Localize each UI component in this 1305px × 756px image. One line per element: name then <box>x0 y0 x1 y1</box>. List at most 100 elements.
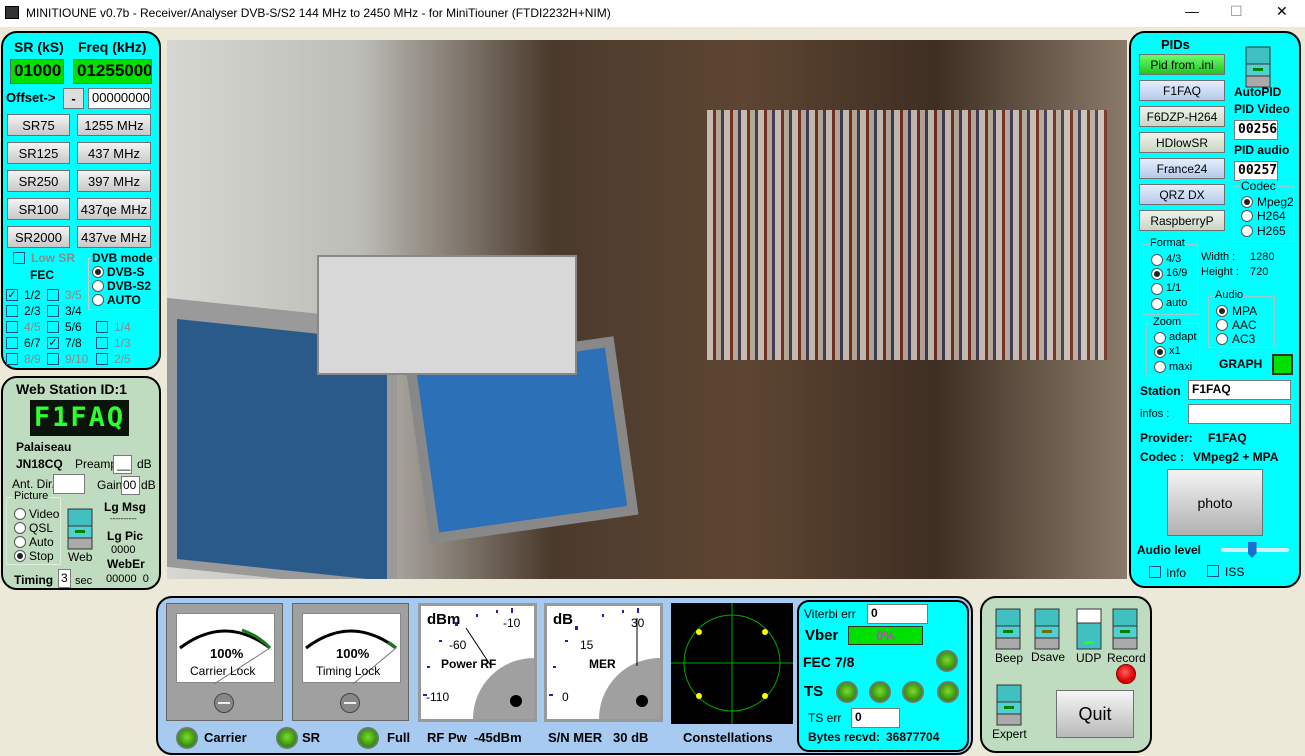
weber-label: WebEr <box>107 557 145 571</box>
ts-err-input[interactable]: 0 <box>851 708 900 728</box>
autopid-toggle-switch[interactable] <box>1245 46 1271 88</box>
carrier-led-label: Carrier <box>204 730 247 745</box>
pid-qrzdx-button[interactable]: QRZ DX <box>1139 184 1225 205</box>
offset-input[interactable]: 00000000 <box>88 88 151 109</box>
lg-pic-label: Lg Pic <box>107 529 144 543</box>
info-checkbox[interactable] <box>1149 566 1161 578</box>
minimize-button[interactable]: — <box>1185 3 1199 19</box>
sr-input[interactable]: 01000 <box>10 59 64 84</box>
timing-input[interactable]: 3 <box>58 569 71 588</box>
codec-h264-radio[interactable] <box>1241 210 1253 222</box>
codec-h265-radio[interactable] <box>1241 225 1253 237</box>
width-label: Width : <box>1201 251 1236 263</box>
mer-tick-high: 30 <box>631 616 645 630</box>
quit-button[interactable]: Quit <box>1056 690 1134 738</box>
audio-mpa-radio[interactable] <box>1216 305 1228 317</box>
sr2000-button[interactable]: SR2000 <box>7 226 70 248</box>
sr125-button[interactable]: SR125 <box>7 142 70 164</box>
zoom-maxi-radio[interactable] <box>1154 361 1166 373</box>
codec-mpeg2-radio[interactable] <box>1241 196 1253 208</box>
low-sr-checkbox[interactable] <box>13 252 25 264</box>
photo-button[interactable]: photo <box>1167 469 1263 536</box>
audio-level-slider[interactable] <box>1221 542 1289 558</box>
height-label: Height : <box>1201 266 1239 278</box>
format-1-1-radio[interactable] <box>1151 283 1163 295</box>
pid-france24-button[interactable]: France24 <box>1139 158 1225 179</box>
freq-input[interactable]: 01255000 <box>73 59 152 84</box>
picture-video-radio[interactable] <box>14 508 26 520</box>
expert-toggle-switch[interactable] <box>996 684 1022 726</box>
pid-video-input[interactable]: 00256 <box>1234 120 1278 140</box>
graph-toggle[interactable] <box>1272 354 1293 375</box>
pid-audio-input[interactable]: 00257 <box>1234 161 1278 181</box>
web-toggle-switch[interactable] <box>67 508 93 550</box>
freq-437-button[interactable]: 437 MHz <box>77 142 151 164</box>
zoom-adapt-radio[interactable] <box>1154 332 1166 344</box>
udp-toggle-switch[interactable] <box>1076 608 1102 650</box>
equipment <box>317 255 577 375</box>
sr100-button[interactable]: SR100 <box>7 198 70 220</box>
record-toggle-switch[interactable] <box>1112 608 1138 650</box>
fec-checkbox[interactable] <box>47 321 59 333</box>
zoom-x1-radio[interactable] <box>1154 346 1166 358</box>
dvb-s-radio[interactable] <box>92 266 104 278</box>
auto-radio[interactable] <box>92 294 104 306</box>
dvb-s2-radio[interactable] <box>92 280 104 292</box>
fec-checkbox[interactable] <box>96 337 108 349</box>
beep-toggle-switch[interactable] <box>995 608 1021 650</box>
constellation-display <box>671 603 793 724</box>
fec-checkbox-label: 3/5 <box>65 288 82 302</box>
full-led-label: Full <box>387 730 411 745</box>
sr75-button[interactable]: SR75 <box>7 114 70 136</box>
format-auto-radio[interactable] <box>1151 298 1163 310</box>
fec-checkbox[interactable] <box>96 321 108 333</box>
codec-mpeg2-label: Mpeg2 <box>1257 195 1294 209</box>
fec-checkbox[interactable]: ✓ <box>6 289 18 301</box>
freq-437ve-button[interactable]: 437ve MHz <box>77 226 151 248</box>
pid-from-ini-button[interactable]: Pid from .ini <box>1139 54 1225 75</box>
dsave-toggle-switch[interactable] <box>1034 608 1060 650</box>
fec-checkbox[interactable] <box>96 353 108 365</box>
carrier-lock-percent: 100% <box>210 646 244 661</box>
pid-f1faq-button[interactable]: F1FAQ <box>1139 80 1225 101</box>
pid-raspberryp-button[interactable]: RaspberryP <box>1139 210 1225 231</box>
viterbi-input[interactable]: 0 <box>867 604 928 624</box>
carrier-lock-label: Carrier Lock <box>190 664 256 678</box>
station-input[interactable]: F1FAQ <box>1188 380 1291 400</box>
fec-checkbox[interactable] <box>6 353 18 365</box>
fec-checkbox[interactable] <box>47 289 59 301</box>
iss-checkbox[interactable] <box>1207 565 1219 577</box>
picture-qsl-radio[interactable] <box>14 522 26 534</box>
fec-checkbox[interactable] <box>47 353 59 365</box>
sr250-button[interactable]: SR250 <box>7 170 70 192</box>
format-4-3-radio[interactable] <box>1151 254 1163 266</box>
preamp-label: Preamp <box>75 457 118 471</box>
gain-input[interactable]: 00 <box>121 476 140 495</box>
fec-checkbox[interactable] <box>6 321 18 333</box>
pid-f6dzp-button[interactable]: F6DZP-H264 <box>1139 106 1225 127</box>
fec-checkbox[interactable]: ✓ <box>47 337 59 349</box>
preamp-input[interactable]: __ <box>113 455 132 474</box>
freq-1255-button[interactable]: 1255 MHz <box>77 114 151 136</box>
ant-dir-input[interactable] <box>53 474 85 494</box>
format-16-9-radio[interactable] <box>1151 268 1163 280</box>
picture-auto-radio[interactable] <box>14 536 26 548</box>
rf-meter-label: Power RF <box>441 657 497 671</box>
web-station-title: Web Station ID:1 <box>16 381 127 397</box>
maximize-button[interactable]: ☐ <box>1230 3 1243 20</box>
picture-stop-radio[interactable] <box>14 550 26 562</box>
close-button[interactable]: ✕ <box>1276 3 1288 20</box>
fec-checkbox[interactable] <box>6 337 18 349</box>
pid-audio-label: PID audio <box>1234 143 1290 157</box>
pid-hdlowsr-button[interactable]: HDlowSR <box>1139 132 1225 153</box>
fec-checkbox[interactable] <box>47 305 59 317</box>
infos-input[interactable] <box>1188 404 1291 424</box>
freq-397-button[interactable]: 397 MHz <box>77 170 151 192</box>
audio-aac-radio[interactable] <box>1216 319 1228 331</box>
fec-checkbox[interactable] <box>6 305 18 317</box>
offset-sign-button[interactable]: - <box>63 88 84 109</box>
freq-437qe-button[interactable]: 437qe MHz <box>77 198 151 220</box>
timing-lock-screw-icon <box>340 693 360 713</box>
timing-lock-percent: 100% <box>336 646 370 661</box>
audio-ac3-radio[interactable] <box>1216 333 1228 345</box>
